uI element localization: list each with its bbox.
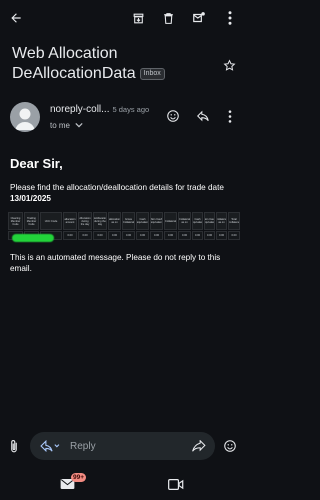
email-subject: Web Allocation DeAllocationData Inbox [12, 44, 212, 84]
reply-box[interactable]: Reply [30, 432, 215, 460]
table-cell: 0.00 [204, 231, 215, 240]
chevron-down-icon [75, 122, 83, 128]
delete-icon[interactable] [158, 8, 178, 28]
recipient-label: to me [50, 121, 71, 130]
column-header: allocation as on [108, 212, 121, 230]
table-cell: 0.00 [178, 231, 191, 240]
table-column: Total Collateral 0.00 [228, 212, 240, 242]
column-header: Gross Collateral [122, 212, 135, 230]
table-cell: 0.00 [136, 231, 149, 240]
table-column: Collateral 0.00 [164, 212, 177, 242]
table-column: Cash Equivalent 0.00 [192, 212, 203, 242]
bottom-navigation [0, 466, 245, 500]
forward-icon[interactable] [190, 438, 208, 454]
column-header: Non Cash Equivalent [204, 212, 215, 230]
back-arrow-icon[interactable] [6, 8, 26, 28]
table-cell: 0.00 [192, 231, 203, 240]
attach-icon[interactable] [6, 437, 22, 455]
table-column: Collateral as on 0.00 [216, 212, 227, 242]
recipient-details[interactable]: to me [50, 121, 83, 130]
table-cell: 0.00 [216, 231, 227, 240]
column-header: Total Collateral [228, 212, 240, 230]
column-header: Cash Equivalent [136, 212, 149, 230]
top-app-bar [0, 0, 245, 38]
column-header: UCC Code [40, 212, 62, 230]
table-cell: 0.00 [228, 231, 240, 240]
trade-date: 13/01/2025 [10, 193, 51, 203]
table-cell: 0.00 [63, 231, 77, 240]
inbox-label-chip[interactable]: Inbox [139, 67, 165, 80]
star-icon[interactable] [220, 56, 238, 74]
archive-icon[interactable] [128, 8, 148, 28]
column-header: Allocation during the day [78, 212, 92, 230]
table-cell: 0.00 [164, 231, 177, 240]
column-header: Trading Member Code [24, 212, 39, 230]
table-cell: 0.00 [122, 231, 135, 240]
reply-placeholder: Reply [70, 441, 96, 452]
table-column: Collateral as on 0.00 [178, 212, 191, 242]
table-column: Allocation during the day 0.00 [78, 212, 92, 242]
column-header: Non Cash Equivalent [150, 212, 163, 230]
table-cell: 0.00 [108, 231, 121, 240]
intro-text: Please find the allocation/deallocation … [10, 183, 238, 204]
greeting: Dear Sir, [10, 156, 63, 171]
subject-title: Web Allocation DeAllocationData [12, 45, 136, 82]
emoji-icon[interactable] [164, 107, 182, 125]
video-icon[interactable] [166, 476, 186, 492]
table-column: allocation amount 0.00 [63, 212, 77, 242]
column-header: Collateral [164, 212, 177, 230]
table-column: allocation as on 0.00 [108, 212, 121, 242]
column-header: allocation amount [63, 212, 77, 230]
column-header: Cash Equivalent [192, 212, 203, 230]
column-header: DeAllocation during the day [93, 212, 107, 230]
table-column: Non Cash Equivalent 0.00 [150, 212, 163, 242]
emoji-icon[interactable] [221, 437, 239, 455]
table-cell: 0.00 [78, 231, 92, 240]
automated-notice: This is an automated message. Please do … [10, 253, 221, 273]
table-cell: 0.00 [150, 231, 163, 240]
unread-count-badge: 99+ [71, 473, 87, 482]
more-vert-icon[interactable] [220, 8, 240, 28]
mark-unread-icon[interactable] [189, 8, 209, 28]
table-column: Cash Equivalent 0.00 [136, 212, 149, 242]
reply-icon[interactable] [194, 107, 212, 125]
sender-line[interactable]: noreply-coll... 5 days ago [50, 104, 149, 115]
table-column: DeAllocation during the day 0.00 [93, 212, 107, 242]
table-column: Non Cash Equivalent 0.00 [204, 212, 215, 242]
table-column: Gross Collateral 0.00 [122, 212, 135, 242]
column-header: Clearing Member Code [8, 212, 23, 230]
column-header: Collateral as on [178, 212, 191, 230]
sender-name: noreply-coll... [50, 104, 110, 115]
column-header: Collateral as on [216, 212, 227, 230]
sent-time: 5 days ago [112, 105, 150, 114]
reply-all-icon[interactable] [38, 438, 62, 454]
table-cell: 0.00 [93, 231, 107, 240]
redaction-highlight [12, 234, 54, 242]
more-vert-icon[interactable] [222, 107, 238, 125]
avatar[interactable] [10, 102, 40, 132]
intro-sentence: Please find the allocation/deallocation … [10, 183, 224, 192]
